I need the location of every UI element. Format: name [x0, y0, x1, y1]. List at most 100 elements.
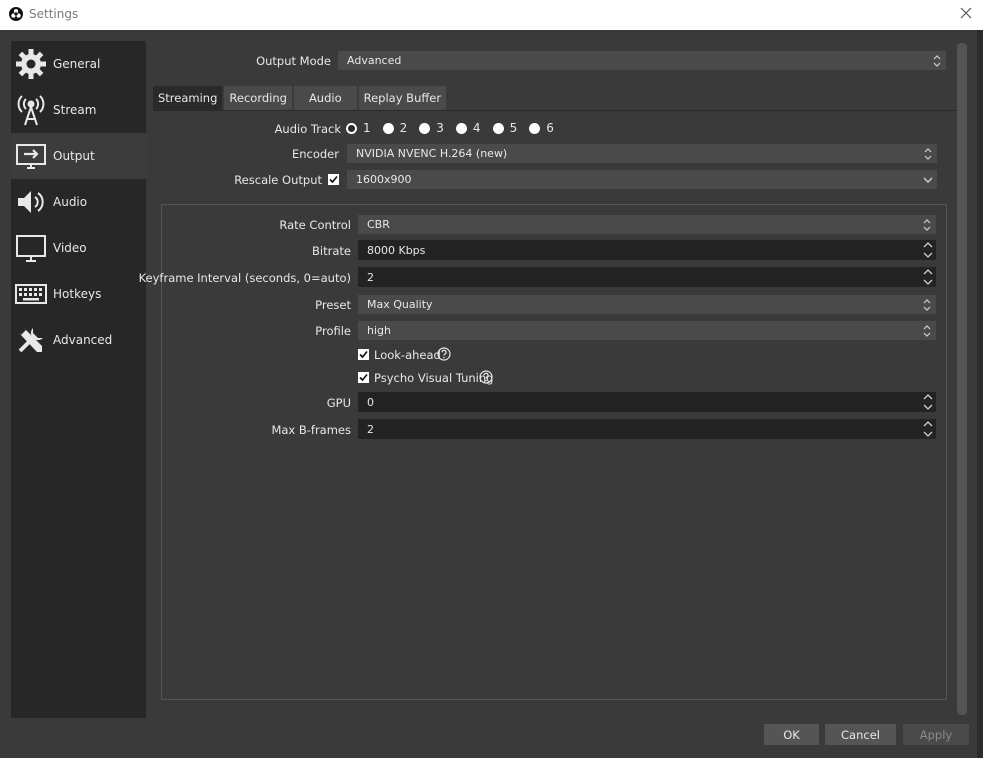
audio-track-radio-6[interactable]: 6	[529, 121, 554, 135]
tab-audio[interactable]: Audio	[293, 86, 357, 110]
sidebar-item-stream[interactable]: Stream	[11, 87, 146, 133]
ok-button[interactable]: OK	[764, 724, 819, 745]
monitor-icon	[14, 231, 48, 265]
updown-arrows-icon	[919, 144, 937, 163]
encoder-label: Encoder	[291, 147, 339, 161]
bitrate-spinbox[interactable]: 8000 Kbps	[357, 239, 937, 261]
gpu-spinbox[interactable]: 0	[357, 391, 937, 413]
keyboard-icon	[14, 277, 48, 311]
rate-control-select[interactable]: CBR	[357, 214, 937, 235]
preset-select[interactable]: Max Quality	[357, 294, 937, 315]
audio-track-label: Audio Track	[274, 122, 341, 136]
rate-control-label: Rate Control	[279, 218, 351, 232]
max-bframes-value: 2	[367, 422, 374, 436]
sidebar-item-label: Stream	[53, 103, 97, 117]
radio-dot-icon	[346, 122, 357, 134]
updown-arrows-icon	[918, 215, 936, 234]
radio-dot-icon	[492, 122, 504, 134]
sidebar-item-label: Output	[53, 149, 95, 163]
sidebar-item-advanced[interactable]: Advanced	[11, 317, 146, 363]
audio-track-radio-group: 1 2 3 4 5 6	[346, 121, 566, 135]
spin-down-icon[interactable]	[919, 429, 936, 439]
encoder-value: NVIDIA NVENC H.264 (new)	[356, 147, 508, 160]
sidebar-item-label: General	[53, 57, 101, 71]
sidebar-item-video[interactable]: Video	[11, 225, 146, 271]
updown-arrows-icon	[928, 51, 946, 70]
output-mode-select[interactable]: Advanced	[337, 50, 947, 71]
preset-value: Max Quality	[367, 298, 433, 311]
title-bar: Settings	[0, 0, 983, 30]
audio-track-radio-1[interactable]: 1	[346, 121, 371, 135]
audio-track-radio-5[interactable]: 5	[492, 121, 517, 135]
tab-replay-buffer[interactable]: Replay Buffer	[358, 86, 447, 110]
rate-control-value: CBR	[367, 218, 390, 231]
radio-dot-icon	[455, 122, 467, 134]
help-icon[interactable]	[479, 370, 493, 384]
spin-up-icon[interactable]	[919, 392, 936, 402]
broadcast-tower-icon	[14, 93, 48, 127]
checkmark-icon	[359, 373, 368, 382]
sidebar-item-label: Audio	[53, 195, 88, 209]
tab-recording[interactable]: Recording	[224, 86, 292, 110]
lookahead-checkbox[interactable]	[358, 349, 369, 360]
sidebar-item-general[interactable]: General	[11, 41, 146, 87]
rescale-output-checkbox[interactable]	[328, 174, 339, 185]
speaker-icon	[14, 185, 48, 219]
radio-dot-icon	[419, 122, 431, 134]
bitrate-value: 8000 Kbps	[367, 243, 426, 257]
radio-dot-icon	[529, 122, 541, 134]
keyframe-interval-label: Keyframe Interval (seconds, 0=auto)	[138, 271, 351, 285]
updown-arrows-icon	[918, 321, 936, 340]
tab-divider	[153, 110, 957, 111]
profile-label: Profile	[315, 324, 351, 338]
lookahead-label: Look-ahead	[374, 348, 441, 362]
output-mode-value: Advanced	[347, 54, 402, 67]
sidebar-item-audio[interactable]: Audio	[11, 179, 146, 225]
window-title: Settings	[29, 7, 79, 21]
close-icon[interactable]	[959, 6, 973, 20]
chevron-down-icon	[919, 170, 937, 189]
radio-dot-icon	[382, 122, 394, 134]
max-bframes-label: Max B-frames	[271, 423, 351, 437]
audio-track-radio-3[interactable]: 3	[419, 121, 444, 135]
profile-select[interactable]: high	[357, 320, 937, 341]
spin-up-icon[interactable]	[919, 419, 936, 429]
checkmark-icon	[359, 350, 368, 359]
audio-track-radio-4[interactable]: 4	[455, 121, 481, 135]
cancel-button[interactable]: Cancel	[825, 724, 896, 745]
keyframe-interval-value: 2	[367, 270, 374, 284]
rescale-output-select[interactable]: 1600x900	[346, 169, 938, 190]
spin-up-icon[interactable]	[919, 267, 936, 277]
gpu-label: GPU	[326, 396, 351, 410]
rescale-output-label: Rescale Output	[234, 173, 322, 187]
spin-down-icon[interactable]	[919, 250, 936, 260]
encoder-select[interactable]: NVIDIA NVENC H.264 (new)	[346, 143, 938, 164]
gpu-value: 0	[367, 395, 374, 409]
sidebar-item-output[interactable]: Output	[11, 133, 146, 179]
preset-label: Preset	[315, 298, 351, 312]
settings-sidebar: General Stream Output Audio Video Hotkey…	[11, 41, 146, 718]
updown-arrows-icon	[918, 295, 936, 314]
tools-icon	[14, 323, 48, 357]
keyframe-interval-spinbox[interactable]: 2	[357, 266, 937, 288]
spin-up-icon[interactable]	[919, 240, 936, 250]
rescale-output-value: 1600x900	[356, 173, 412, 186]
psycho-visual-tuning-label: Psycho Visual Tuning	[374, 371, 494, 385]
checkmark-icon	[329, 175, 338, 184]
apply-button[interactable]: Apply	[903, 724, 969, 745]
psycho-visual-tuning-checkbox[interactable]	[358, 372, 369, 383]
sidebar-item-label: Hotkeys	[53, 287, 102, 301]
help-icon[interactable]	[437, 347, 451, 361]
vertical-scrollbar[interactable]	[957, 43, 967, 715]
tab-streaming[interactable]: Streaming	[153, 86, 223, 110]
settings-window: General Stream Output Audio Video Hotkey…	[0, 30, 983, 758]
sidebar-item-label: Advanced	[53, 333, 113, 347]
sidebar-item-hotkeys[interactable]: Hotkeys	[11, 271, 146, 317]
obs-logo-icon	[9, 7, 23, 21]
sidebar-item-label: Video	[53, 241, 87, 255]
spin-down-icon[interactable]	[919, 402, 936, 412]
max-bframes-spinbox[interactable]: 2	[357, 418, 937, 440]
audio-track-radio-2[interactable]: 2	[382, 121, 407, 135]
profile-value: high	[367, 324, 391, 337]
spin-down-icon[interactable]	[919, 277, 936, 287]
